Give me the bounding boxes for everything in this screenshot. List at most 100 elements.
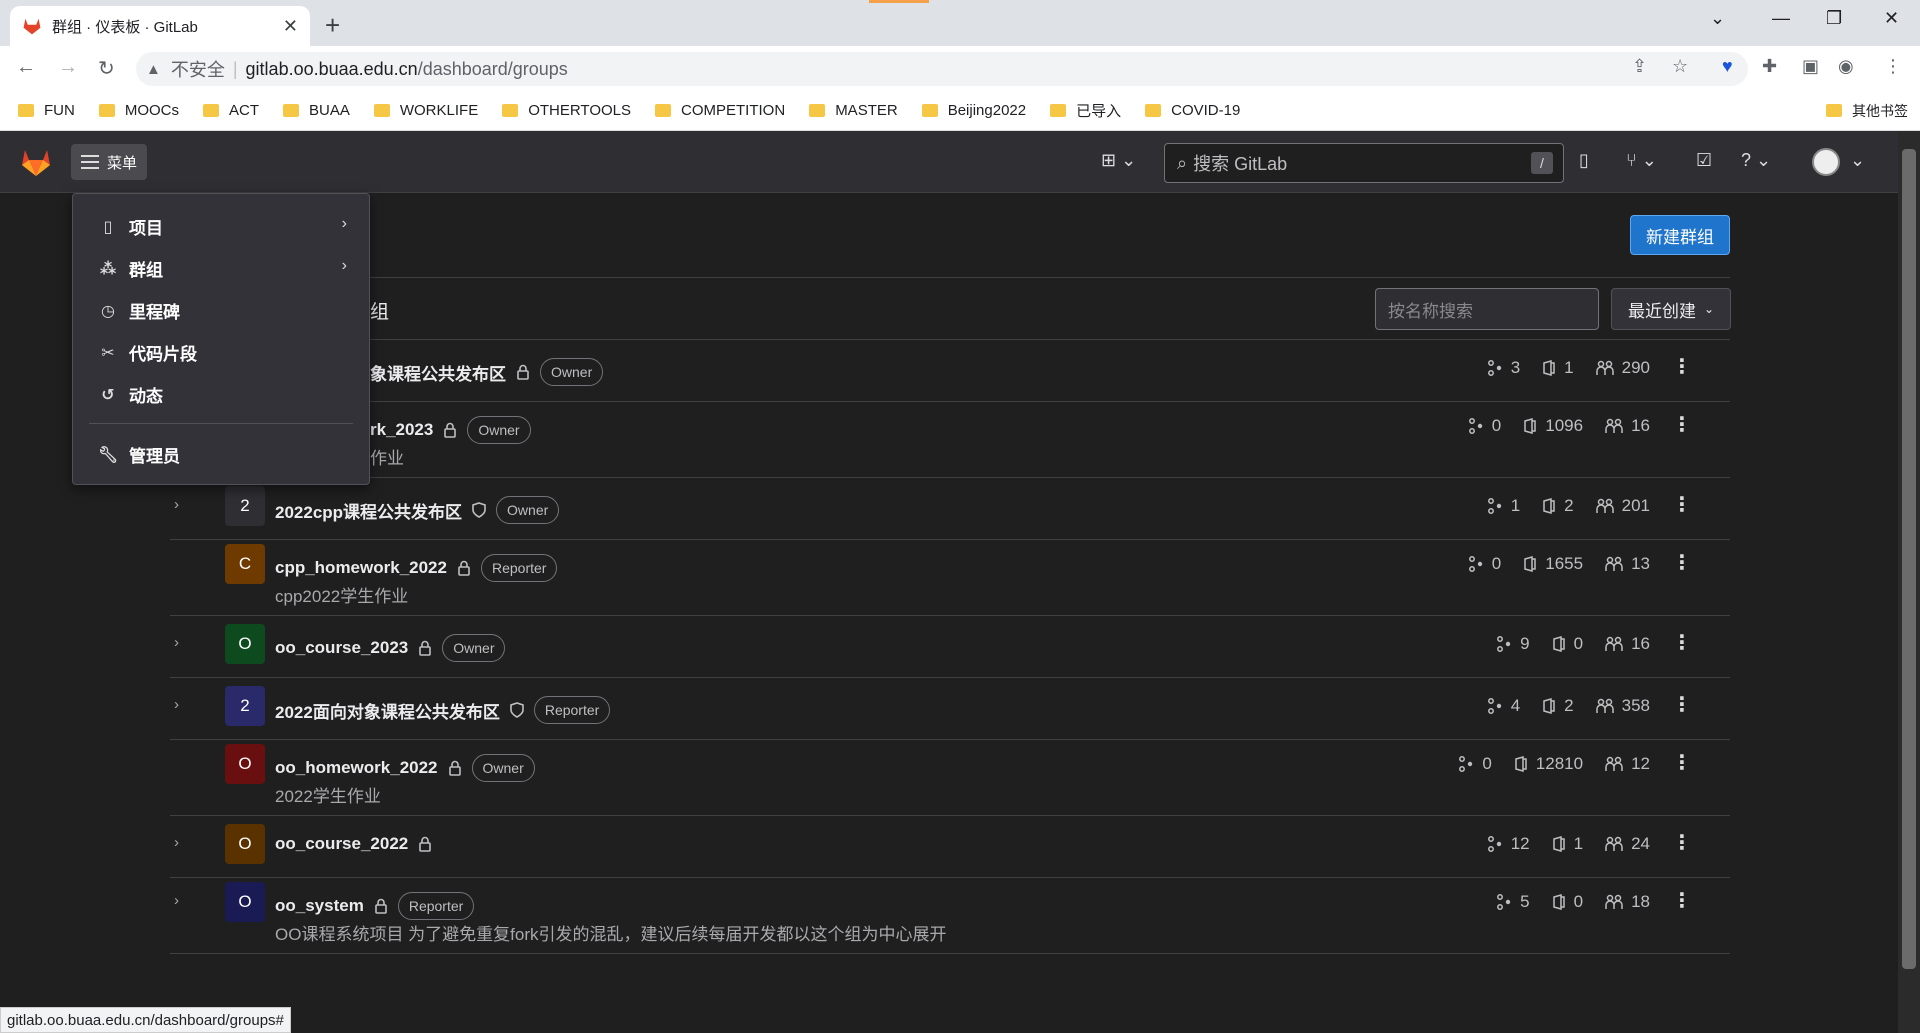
- group-name-link[interactable]: oo_homework_2022: [275, 758, 438, 778]
- more-actions-icon[interactable]: ⋮: [1672, 354, 1692, 379]
- expand-chevron-icon[interactable]: ›: [174, 634, 179, 651]
- menu-item-projects[interactable]: ▯ 项目: [99, 214, 163, 239]
- expand-chevron-icon[interactable]: ›: [174, 696, 179, 713]
- bookmark-star-icon[interactable]: ☆: [1672, 56, 1688, 77]
- tab-search-chevron-icon[interactable]: ⌄: [1710, 8, 1725, 29]
- group-name-link[interactable]: rk_2023: [370, 420, 433, 440]
- share-icon[interactable]: ⇪: [1632, 56, 1647, 77]
- more-actions-icon[interactable]: ⋮: [1672, 412, 1692, 437]
- group-row[interactable]: › O oo_course_2022 12 1 24 ⋮: [170, 816, 1730, 878]
- bookmark-folder[interactable]: ACT: [203, 102, 259, 119]
- group-row[interactable]: O oo_homework_2022 Owner 2022学生作业 0 1281…: [170, 740, 1730, 816]
- menu-item-snippets[interactable]: ✂ 代码片段: [99, 340, 197, 365]
- scissors-icon: ✂: [101, 344, 115, 362]
- more-actions-icon[interactable]: ⋮: [1672, 692, 1692, 717]
- bookmark-folder[interactable]: COMPETITION: [655, 102, 785, 119]
- group-name-link[interactable]: 象课程公共发布区: [370, 360, 506, 385]
- group-avatar[interactable]: 2: [225, 686, 265, 726]
- group-avatar[interactable]: O: [225, 882, 265, 922]
- bookmark-folder[interactable]: MOOCs: [98, 102, 179, 119]
- group-row[interactable]: › 象课程公共发布区 Owner 3 1 290 ⋮: [170, 340, 1730, 402]
- menu-item-groups[interactable]: ⁂ 群组: [99, 256, 163, 281]
- back-icon[interactable]: ←: [16, 56, 36, 79]
- menu-item-milestones[interactable]: ◷ 里程碑: [99, 298, 180, 323]
- reload-icon[interactable]: ↻: [98, 56, 115, 81]
- tab-close-icon[interactable]: ✕: [283, 16, 298, 37]
- extensions-puzzle-icon[interactable]: ✚: [1762, 56, 1777, 77]
- more-actions-icon[interactable]: ⋮: [1672, 630, 1692, 655]
- bookmark-folder[interactable]: 已导入: [1050, 100, 1121, 121]
- expand-chevron-icon[interactable]: ›: [174, 892, 179, 909]
- group-row[interactable]: › 2 2022面向对象课程公共发布区 Reporter 4 2 358 ⋮: [170, 678, 1730, 740]
- expand-chevron-icon[interactable]: ›: [174, 834, 179, 851]
- new-group-button[interactable]: 新建群组: [1630, 215, 1730, 255]
- bookmark-label: Beijing2022: [947, 101, 1027, 119]
- browser-menu-icon[interactable]: ⋮: [1884, 56, 1902, 77]
- profile-icon[interactable]: ◉: [1838, 56, 1854, 77]
- forward-icon[interactable]: →: [58, 56, 78, 79]
- user-menu-chevron-icon[interactable]: ⌄: [1850, 150, 1865, 171]
- folder-icon: [1050, 103, 1067, 117]
- issues-icon[interactable]: ▯: [1579, 150, 1589, 171]
- page-scrollbar[interactable]: [1898, 131, 1920, 1033]
- scrollbar-thumb[interactable]: [1902, 149, 1916, 969]
- group-row[interactable]: rk_2023 Owner 作业 0 1096 16 ⋮: [170, 402, 1730, 478]
- folder-icon: [18, 103, 34, 117]
- projects-count: 1: [1542, 358, 1574, 378]
- group-row[interactable]: › O oo_system Reporter OO课程系统项目 为了避免重复for…: [170, 878, 1730, 954]
- more-actions-icon[interactable]: ⋮: [1672, 750, 1692, 775]
- search-input[interactable]: ⌕ 搜索 GitLab /: [1164, 143, 1564, 183]
- bookmark-folder[interactable]: COVID-19: [1145, 102, 1240, 119]
- window-close-icon[interactable]: ✕: [1884, 8, 1899, 29]
- extension-icon[interactable]: ♥: [1722, 56, 1733, 77]
- group-name-link[interactable]: cpp_homework_2022: [275, 558, 447, 578]
- members-count: 13: [1605, 554, 1650, 574]
- more-actions-icon[interactable]: ⋮: [1672, 550, 1692, 575]
- more-actions-icon[interactable]: ⋮: [1672, 830, 1692, 855]
- new-tab-icon[interactable]: +: [325, 10, 340, 41]
- subgroup-icon: [1496, 894, 1520, 910]
- merge-requests-icon[interactable]: ⑂ ⌄: [1626, 150, 1657, 171]
- project-icon: [1542, 498, 1564, 514]
- menu-button[interactable]: 菜单: [71, 144, 148, 180]
- help-icon[interactable]: ? ⌄: [1741, 150, 1771, 171]
- menu-item-admin[interactable]: 🔧︎ 管理员: [98, 442, 180, 467]
- group-avatar[interactable]: O: [225, 624, 265, 664]
- side-panel-icon[interactable]: ▣: [1802, 56, 1819, 77]
- group-row[interactable]: › O oo_course_2023 Owner 9 0 16 ⋮: [170, 616, 1730, 678]
- bookmark-folder[interactable]: WORKLIFE: [373, 102, 478, 119]
- todos-icon[interactable]: ☑: [1696, 150, 1712, 171]
- menu-item-activity[interactable]: ↺ 动态: [99, 382, 163, 407]
- bookmark-folder[interactable]: Beijing2022: [921, 101, 1027, 119]
- group-row[interactable]: C cpp_homework_2022 Reporter cpp2022学生作业…: [170, 540, 1730, 616]
- bookmark-folder[interactable]: OTHERTOOLS: [502, 102, 631, 119]
- gitlab-logo-icon[interactable]: [20, 147, 52, 177]
- more-actions-icon[interactable]: ⋮: [1672, 492, 1692, 517]
- bookmark-folder[interactable]: BUAA: [283, 102, 350, 119]
- other-bookmarks[interactable]: 其他书签: [1826, 90, 1908, 131]
- filter-by-name-input[interactable]: 按名称搜索: [1375, 288, 1599, 330]
- bookmark-folder[interactable]: FUN: [18, 102, 75, 119]
- group-name-link[interactable]: 2022面向对象课程公共发布区: [275, 698, 500, 723]
- subgroups-count: 12: [1487, 834, 1530, 854]
- minimize-icon[interactable]: —: [1772, 8, 1790, 29]
- group-avatar[interactable]: O: [225, 824, 265, 864]
- browser-tab[interactable]: 群组 · 仪表板 · GitLab ✕: [10, 6, 310, 46]
- group-name-link[interactable]: oo_course_2023: [275, 638, 408, 658]
- bookmark-folder[interactable]: MASTER: [809, 102, 898, 119]
- address-bar[interactable]: ▲ 不安全 | gitlab.oo.buaa.edu.cn /dashboard…: [136, 52, 1748, 86]
- group-row[interactable]: › 2 2022cpp课程公共发布区 Owner 1 2 201 ⋮: [170, 478, 1730, 540]
- expand-chevron-icon[interactable]: ›: [174, 496, 179, 513]
- create-new-icon[interactable]: ⊞ ⌄: [1101, 150, 1136, 171]
- folder-icon: [203, 103, 219, 117]
- user-avatar[interactable]: [1812, 148, 1840, 176]
- group-avatar[interactable]: O: [225, 744, 265, 784]
- restore-icon[interactable]: ❐: [1826, 8, 1842, 29]
- group-name-link[interactable]: oo_course_2022: [275, 834, 408, 854]
- group-avatar[interactable]: 2: [225, 486, 265, 526]
- group-name-link[interactable]: 2022cpp课程公共发布区: [275, 498, 462, 523]
- more-actions-icon[interactable]: ⋮: [1672, 888, 1692, 913]
- group-avatar[interactable]: C: [225, 544, 265, 584]
- sort-dropdown[interactable]: 最近创建 ⌄: [1611, 288, 1731, 330]
- group-name-link[interactable]: oo_system: [275, 896, 364, 916]
